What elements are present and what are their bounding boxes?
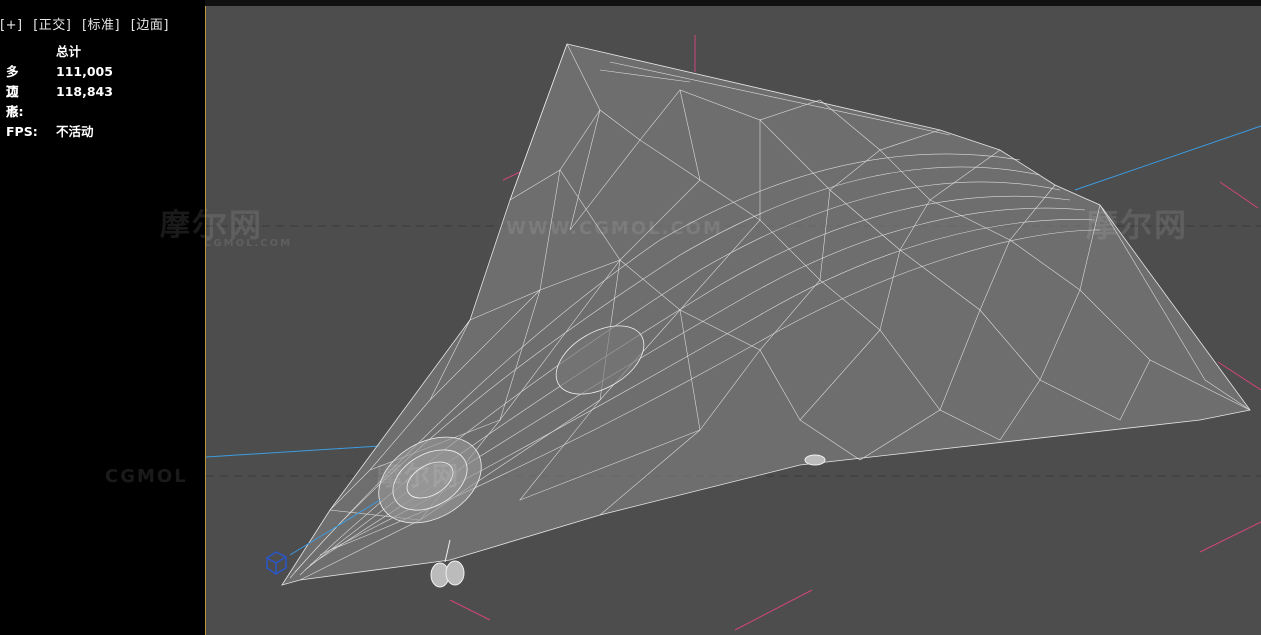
polygons-value: 111,005 xyxy=(56,64,113,79)
watermark-logo-left: 摩尔网 xyxy=(160,208,205,243)
viewport-menu-projection[interactable]: [正交] xyxy=(33,18,71,33)
axis-line-blue-left xyxy=(206,445,381,458)
wireframe-scene xyxy=(206,35,1261,631)
vertices-value: 118,843 xyxy=(56,84,113,99)
watermark-logo-right: 摩尔网 xyxy=(1086,206,1189,244)
perspective-viewport[interactable]: 摩尔网 WWW.CGMOL.COM WWW.CGMOL.COM 摩尔网 摩尔网 xyxy=(206,6,1261,635)
watermark-url-mid: WWW.CGMOL.COM xyxy=(506,218,723,239)
watermark-brand-left: CGMOL xyxy=(105,466,188,487)
watermark-logo-lower: 摩尔网 xyxy=(376,462,461,492)
viewport-left-panel[interactable]: [+] [正交] [标准] [边面] 总计 多边形: 111,005 顶点: 118… xyxy=(0,0,205,635)
vertices-label: 顶点: xyxy=(6,84,24,119)
watermark-url-center: WWW.CGMOL.COM xyxy=(206,238,293,249)
viewport-menu-shading[interactable]: [标准] xyxy=(82,18,120,33)
stats-header: 总计 xyxy=(56,44,82,59)
viewport-menu-plus[interactable]: [+] xyxy=(0,18,23,33)
axis-line-blue-right xyxy=(1074,125,1261,191)
fps-label: FPS: xyxy=(6,124,38,139)
viewport-label-menu: [+] [正交] [标准] [边面] xyxy=(0,14,175,33)
fps-value: 不活动 xyxy=(56,124,94,139)
transform-gizmo xyxy=(266,551,287,575)
viewport-menu-display[interactable]: [边面] xyxy=(131,18,169,33)
